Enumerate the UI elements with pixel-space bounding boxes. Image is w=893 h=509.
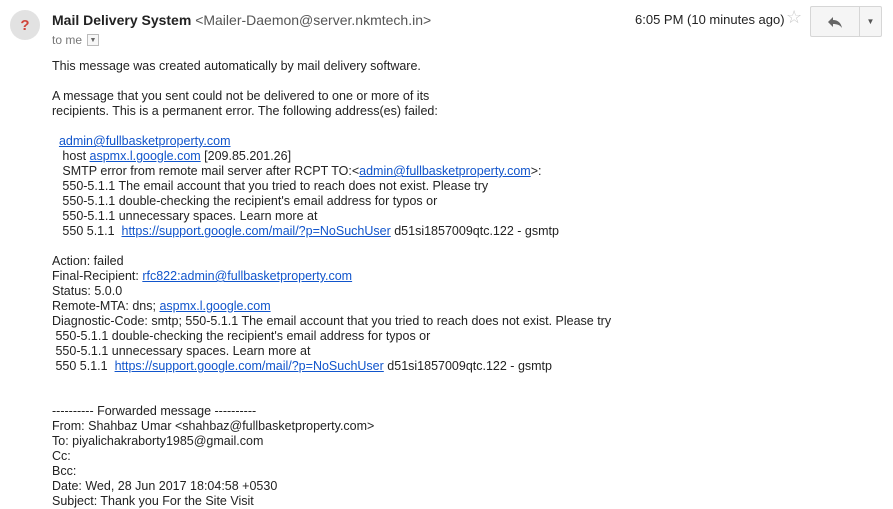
unknown-sender-icon: ? [20,16,30,34]
reply-icon [828,16,842,28]
more-options-button[interactable]: ▼ [860,7,881,36]
smtp-error-prefix: SMTP error from remote mail server after… [52,164,360,178]
failed-address-link[interactable]: admin@fullbasketproperty.com [59,134,231,148]
smtp-error-suffix: >: [530,164,542,178]
error-line-4-prefix: 550 5.1.1 [52,224,122,238]
forwarded-to: To: piyalichakraborty1985@gmail.com [52,434,264,448]
host-prefix: host [52,149,90,163]
message-time: 6:05 PM (10 minutes ago) [635,12,785,27]
error-line-3: 550-5.1.1 unnecessary spaces. Learn more… [52,209,318,223]
recipient-line: to me ▼ [52,33,100,47]
recipient-details-dropdown-icon[interactable]: ▼ [87,34,100,46]
diagnostic-line-1: Diagnostic-Code: smtp; 550-5.1.1 The ema… [52,314,612,328]
reply-button-group: ▼ [810,6,882,37]
message-body: This message was created automatically b… [52,59,611,509]
support-link[interactable]: https://support.google.com/mail/?p=NoSuc… [122,224,391,238]
sender-line: Mail Delivery System <Mailer-Daemon@serv… [52,12,431,28]
status-line: Status: 5.0.0 [52,284,123,298]
sender-address: <Mailer-Daemon@server.nkmtech.in> [195,12,432,28]
body-para1-line2: recipients. This is a permanent error. T… [52,104,438,118]
error-line-4-suffix: d51si1857009qtc.122 - gsmtp [390,224,559,238]
forwarded-header: ---------- Forwarded message ---------- [52,404,257,418]
final-recipient-link[interactable]: rfc822:admin@fullbasketproperty.com [142,269,352,283]
smtp-recipient-link[interactable]: admin@fullbasketproperty.com [359,164,531,178]
forwarded-cc: Cc: [52,449,71,463]
diagnostic-line-3: 550-5.1.1 unnecessary spaces. Learn more… [52,344,311,358]
remote-mta-label: Remote-MTA: dns; [52,299,160,313]
host-ip: [209.85.201.26] [200,149,292,163]
forwarded-from: From: Shahbaz Umar <shahbaz@fullbasketpr… [52,419,375,433]
forwarded-bcc: Bcc: [52,464,77,478]
diagnostic-line-4-prefix: 550 5.1.1 [52,359,115,373]
diagnostic-support-link[interactable]: https://support.google.com/mail/?p=NoSuc… [115,359,384,373]
body-intro: This message was created automatically b… [52,59,421,73]
final-recipient-label: Final-Recipient: [52,269,143,283]
diagnostic-line-2: 550-5.1.1 double-checking the recipient'… [52,329,431,343]
error-line-2: 550-5.1.1 double-checking the recipient'… [52,194,438,208]
remote-mta-link[interactable]: aspmx.l.google.com [159,299,270,313]
sender-avatar: ? [10,10,40,40]
action-line: Action: failed [52,254,124,268]
body-para1-line1: A message that you sent could not be del… [52,89,430,103]
star-icon[interactable]: ☆ [786,8,802,26]
host-link[interactable]: aspmx.l.google.com [90,149,201,163]
error-line-1: 550-5.1.1 The email account that you tri… [52,179,489,193]
forwarded-subject: Subject: Thank you For the Site Visit [52,494,254,508]
caret-down-icon: ▼ [866,17,875,26]
to-me-label: to me [52,33,83,47]
sender-name[interactable]: Mail Delivery System [52,12,191,28]
reply-button[interactable] [811,7,860,36]
forwarded-date: Date: Wed, 28 Jun 2017 18:04:58 +0530 [52,479,278,493]
diagnostic-line-4-suffix: d51si1857009qtc.122 - gsmtp [383,359,552,373]
